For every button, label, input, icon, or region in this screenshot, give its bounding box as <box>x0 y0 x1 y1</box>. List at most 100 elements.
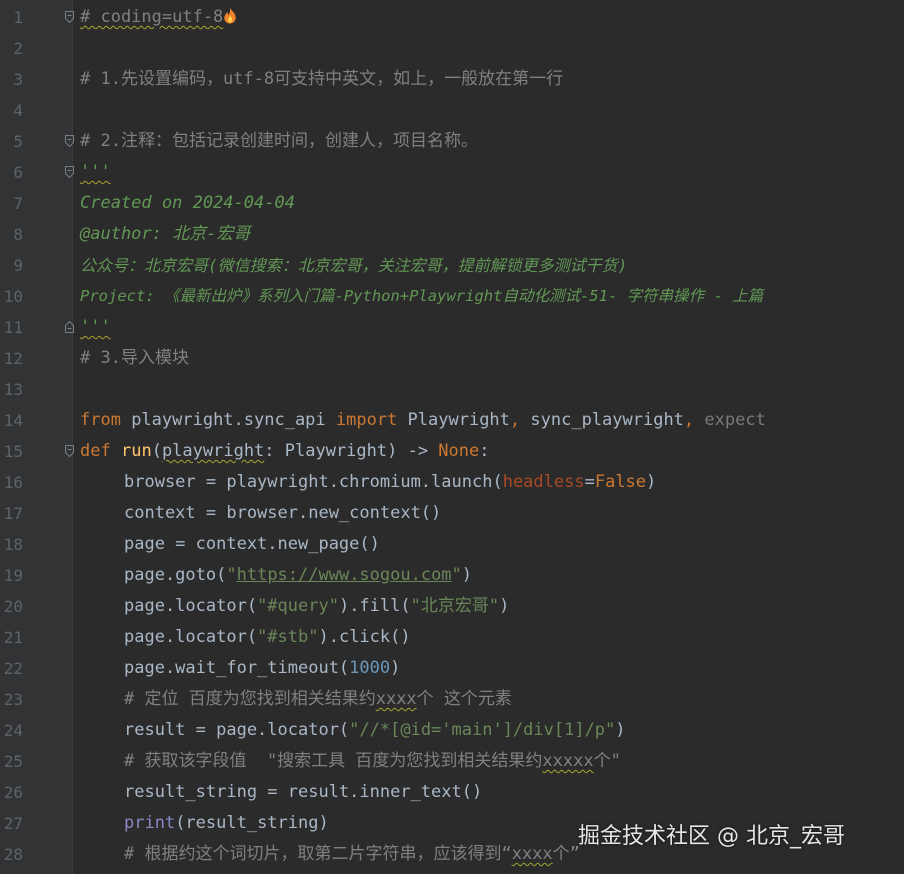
comment-text: # 根据约这个词切片，取第二片字符串，应该得到“ <box>124 844 512 864</box>
code-line-8[interactable]: 8 @author: 北京-宏哥 <box>0 219 904 250</box>
code-text: page.locator( <box>124 627 258 647</box>
line-number: 27 <box>3 814 23 833</box>
punctuation: ) <box>499 596 510 616</box>
line-number: 17 <box>3 504 23 523</box>
line-number: 1 <box>13 8 23 27</box>
code-text: ).fill( <box>338 596 411 616</box>
comment-text: # coding=utf-8 <box>80 7 224 27</box>
punctuation: , <box>683 410 695 430</box>
comment-text: 个 这个元素 <box>416 689 512 709</box>
line-number: 20 <box>3 597 23 616</box>
line-number: 28 <box>3 845 23 864</box>
code-line-22[interactable]: 22 page.wait_for_timeout(1000) <box>0 653 904 684</box>
docstring-text: 公众号：北京宏哥(微信搜索：北京宏哥，关注宏哥，提前解锁更多测试干货) <box>80 256 628 275</box>
punctuation: ) <box>615 720 626 740</box>
code-line-24[interactable]: 24 result = page.locator("//*[@id='main'… <box>0 715 904 746</box>
code-line-11[interactable]: 11 ''' <box>0 312 904 343</box>
code-line-26[interactable]: 26 result_string = result.inner_text() <box>0 777 904 808</box>
code-line-20[interactable]: 20 page.locator("#query").fill("北京宏哥") <box>0 591 904 622</box>
import-name: sync_playwright <box>520 410 684 430</box>
code-text: browser = playwright.chromium.launch( <box>124 472 503 492</box>
code-line-25[interactable]: 25 # 获取该字段值 "搜索工具 百度为您找到相关结果约xxxxx个" <box>0 746 904 777</box>
unused-import-name: expect <box>694 410 766 430</box>
keyword: None <box>438 441 480 461</box>
code-line-2[interactable]: 2 <box>0 33 904 64</box>
code-text: ).click() <box>318 627 411 647</box>
string-literal: "#stb" <box>257 627 319 647</box>
line-number: 18 <box>3 535 23 554</box>
fold-marker-icon[interactable] <box>65 135 74 147</box>
string-literal: "//*[@id='main']/div[1]/p" <box>349 720 616 740</box>
comment-typo: xxxx <box>511 844 553 864</box>
line-number: 26 <box>3 783 23 802</box>
comment-typo: xxxxx <box>542 751 594 771</box>
code-line-10[interactable]: 10 Project: 《最新出炉》系列入门篇-Python+Playwrigh… <box>0 281 904 312</box>
punctuation: ( <box>151 441 162 461</box>
code-line-13[interactable]: 13 <box>0 374 904 405</box>
line-number: 12 <box>3 349 23 368</box>
code-line-16[interactable]: 16 browser = playwright.chromium.launch(… <box>0 467 904 498</box>
code-line-4[interactable]: 4 <box>0 95 904 126</box>
docstring-text: Project: 《最新出炉》系列入门篇-Python+Playwright自动… <box>80 287 764 305</box>
line-number: 16 <box>3 473 23 492</box>
code-line-15[interactable]: 15 def run(playwright: Playwright) -> No… <box>0 436 904 467</box>
line-number: 3 <box>13 70 23 89</box>
line-number: 13 <box>3 380 23 399</box>
string-literal: "#query" <box>257 596 339 616</box>
code-line-17[interactable]: 17 context = browser.new_context() <box>0 498 904 529</box>
fold-marker-icon[interactable] <box>65 321 74 333</box>
flame-icon <box>224 7 236 24</box>
code-line-21[interactable]: 21 page.locator("#stb").click() <box>0 622 904 653</box>
fold-marker-icon[interactable] <box>65 166 74 178</box>
punctuation: ) <box>461 565 473 585</box>
code-line-23[interactable]: 23 # 定位 百度为您找到相关结果约xxxx个 这个元素 <box>0 684 904 715</box>
code-line-7[interactable]: 7 Created on 2024-04-04 <box>0 188 904 219</box>
comment-typo: xxxx <box>375 689 417 709</box>
punctuation: , <box>509 410 521 430</box>
code-line-9[interactable]: 9 公众号：北京宏哥(微信搜索：北京宏哥，关注宏哥，提前解锁更多测试干货) <box>0 250 904 281</box>
line-number: 8 <box>13 225 23 244</box>
code-line-12[interactable]: 12 # 3.导入模块 <box>0 343 904 374</box>
comment-text: 个" <box>593 751 621 771</box>
url-link[interactable]: https://www.sogou.com <box>237 565 452 585</box>
code-line-14[interactable]: 14 from playwright.sync_api import Playw… <box>0 405 904 436</box>
module-name: playwright.sync_api <box>120 410 336 430</box>
code-line-5[interactable]: 5 # 2.注释：包括记录创建时间，创建人，项目名称。 <box>0 126 904 157</box>
code-line-6[interactable]: 6 ''' <box>0 157 904 188</box>
docstring-text: @author: 北京-宏哥 <box>80 224 251 244</box>
code-line-19[interactable]: 19 page.goto("https://www.sogou.com") <box>0 560 904 591</box>
line-number: 24 <box>3 721 23 740</box>
code-text: (result_string) <box>175 813 329 833</box>
docstring-text: Created on 2024-04-04 <box>80 193 295 213</box>
parameter-name: playwright <box>161 441 265 461</box>
line-number: 4 <box>13 101 23 120</box>
line-number: 23 <box>3 690 23 709</box>
fold-marker-icon[interactable] <box>65 445 74 457</box>
line-number: 14 <box>3 411 23 430</box>
number-literal: 1000 <box>349 658 391 678</box>
watermark: 掘金技术社区 @ 北京_宏哥 <box>578 824 845 849</box>
code-line-3[interactable]: 3 # 1.先设置编码，utf-8可支持中英文，如上，一般放在第一行 <box>0 64 904 95</box>
keyword: def <box>80 441 111 461</box>
comment-text: # 1.先设置编码，utf-8可支持中英文，如上，一般放在第一行 <box>80 69 564 89</box>
keyword: import <box>335 410 398 430</box>
code-line-1[interactable]: 1 # coding=utf-8 <box>0 2 904 33</box>
code-line-18[interactable]: 18 page = context.new_page() <box>0 529 904 560</box>
line-number: 21 <box>3 628 23 647</box>
function-name: run <box>120 441 152 461</box>
fold-marker-icon[interactable] <box>65 11 74 23</box>
code-editor[interactable]: 1 # coding=utf-8 2 3 # 1.先设置编码，utf-8可支持中… <box>0 0 904 874</box>
code-text: context = browser.new_context() <box>124 503 442 523</box>
line-number: 10 <box>3 287 23 306</box>
comment-text: # 2.注释：包括记录创建时间，创建人，项目名称。 <box>80 131 478 151</box>
keyword-argument: headless <box>502 472 585 492</box>
code-text: page.locator( <box>124 596 258 616</box>
line-number: 11 <box>3 318 23 337</box>
code-text: page.goto( <box>124 565 227 585</box>
line-number: 6 <box>13 163 23 182</box>
comment-text: # 定位 百度为您找到相关结果约 <box>124 689 376 709</box>
line-number: 5 <box>13 132 23 151</box>
code-text: page.wait_for_timeout( <box>124 658 350 678</box>
docstring-quote: ''' <box>80 162 111 182</box>
comment-text: 个” <box>552 844 580 864</box>
